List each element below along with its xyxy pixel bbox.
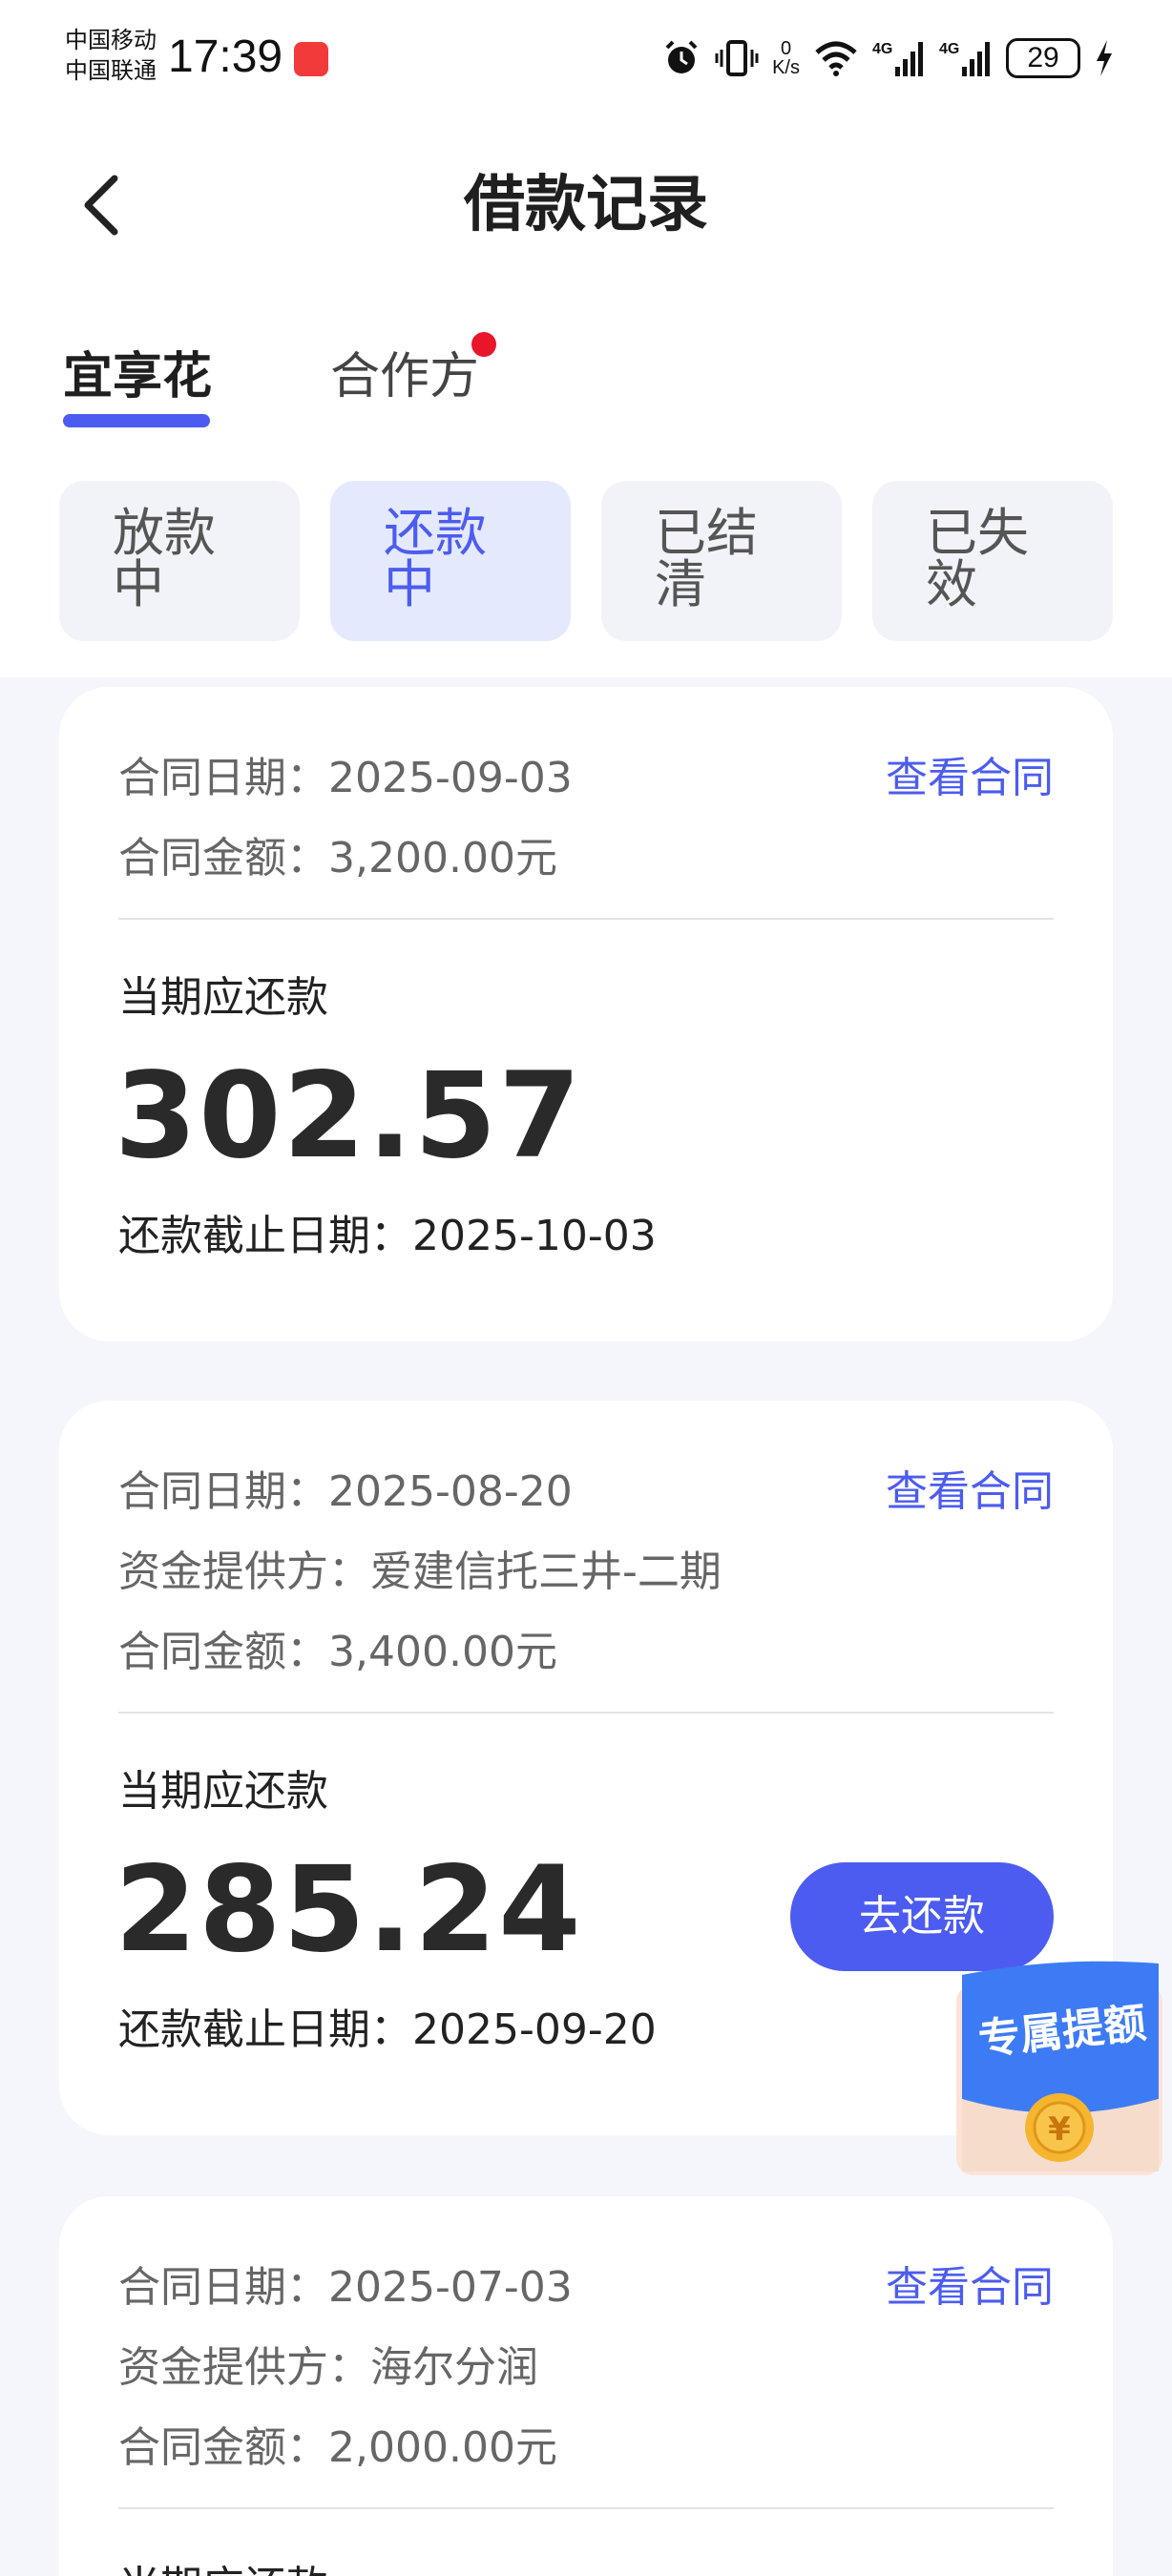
carrier-2: 中国联通 — [65, 57, 157, 84]
contract-amount-value: 2,000.00元 — [328, 2423, 557, 2472]
signal-4g-icon: 4G — [939, 41, 990, 76]
network-type-label: 4G — [872, 41, 892, 57]
funder-label: 资金提供方： — [118, 1548, 370, 1596]
funder-value: 爱建信托三井-二期 — [370, 1548, 722, 1596]
contract-date-label: 合同日期： — [118, 1467, 328, 1516]
contract-amount-value: 3,200.00元 — [328, 834, 557, 883]
battery-indicator: 29 — [1006, 38, 1080, 78]
notification-dot — [471, 332, 496, 357]
contract-amount-row: 合同金额：3,200.00元 — [118, 830, 557, 887]
current-due-label: 当期应还款 — [118, 1767, 328, 1816]
current-due-label: 当期应还款 — [118, 973, 328, 1022]
active-tab-indicator — [63, 414, 210, 427]
page-title: 借款记录 — [464, 170, 708, 240]
funder-value: 海尔分润 — [370, 2343, 538, 2392]
filter-chip-expired[interactable]: 已失 效 — [872, 481, 1113, 641]
contract-date-row: 合同日期：2025-08-20 — [118, 1464, 573, 1521]
network-type-label: 4G — [939, 41, 959, 57]
divider — [118, 918, 1054, 920]
exclusive-limit-promo[interactable]: ¥ 专属提额 — [954, 1956, 1164, 2177]
contract-amount-value: 3,400.00元 — [328, 1628, 557, 1676]
deadline-row: 还款截止日期：2025-10-03 — [118, 1208, 657, 1265]
clock: 17:39 — [168, 31, 283, 82]
deadline-label: 还款截止日期： — [118, 2005, 412, 2054]
contract-date-row: 合同日期：2025-09-03 — [118, 750, 573, 807]
filter-chip-repaying[interactable]: 还款 中 — [330, 481, 571, 641]
contract-date-value: 2025-08-20 — [328, 1467, 573, 1516]
funder-label: 资金提供方： — [118, 2343, 370, 2392]
svg-text:¥: ¥ — [1048, 2110, 1071, 2149]
divider — [118, 2507, 1054, 2509]
funder-row: 资金提供方：海尔分润 — [118, 2339, 538, 2397]
chip-label-line: 效 — [926, 554, 977, 614]
contract-date-value: 2025-07-03 — [328, 2263, 573, 2312]
chip-label-line: 已结 — [655, 503, 758, 563]
app-notification-icon — [294, 42, 328, 76]
contract-date-row: 合同日期：2025-07-03 — [118, 2259, 573, 2316]
current-due-amount: 302.57 — [115, 1048, 583, 1185]
funder-row: 资金提供方：爱建信托三井-二期 — [118, 1544, 722, 1601]
contract-date-label: 合同日期： — [118, 754, 328, 802]
contract-amount-row: 合同金额：3,400.00元 — [118, 1624, 557, 1681]
view-contract-link[interactable]: 查看合同 — [886, 750, 1054, 807]
status-bar: 中国移动 中国联通 17:39 0 K/s 4G 4G 29 — [0, 0, 1172, 114]
contract-amount-row: 合同金额：2,000.00元 — [118, 2420, 557, 2477]
deadline-value: 2025-10-03 — [412, 1212, 657, 1260]
chip-label-line: 中 — [384, 554, 435, 614]
contract-date-value: 2025-09-03 — [328, 754, 573, 802]
chip-label-line: 放款 — [113, 503, 216, 563]
carrier-info: 中国移动 中国联通 — [65, 25, 157, 86]
vibrate-icon — [715, 40, 759, 76]
current-due-amount: 285.24 — [115, 1841, 583, 1979]
signal-4g-icon: 4G — [872, 41, 923, 76]
loan-card: 合同日期：2025-07-03 查看合同 资金提供方：海尔分润 合同金额：2,0… — [59, 2196, 1113, 2576]
repay-button[interactable]: 去还款 — [790, 1862, 1054, 1971]
view-contract-link[interactable]: 查看合同 — [886, 2259, 1054, 2316]
chip-label-line: 清 — [655, 554, 706, 614]
view-contract-link[interactable]: 查看合同 — [886, 1464, 1054, 1521]
contract-date-label: 合同日期： — [118, 2263, 328, 2312]
current-due-label: 当期应还款 — [118, 2559, 328, 2576]
wifi-icon — [815, 41, 857, 76]
divider — [118, 1712, 1054, 1714]
net-speed-value: 0 — [780, 38, 792, 59]
contract-amount-label: 合同金额： — [118, 2423, 328, 2472]
charging-icon — [1097, 40, 1112, 76]
carrier-1: 中国移动 — [65, 27, 157, 53]
filter-chip-settled[interactable]: 已结 清 — [601, 481, 842, 641]
contract-amount-label: 合同金额： — [118, 1628, 328, 1676]
deadline-value: 2025-09-20 — [412, 2005, 657, 2054]
deadline-label: 还款截止日期： — [118, 1212, 412, 1260]
filter-chip-disbursing[interactable]: 放款 中 — [59, 481, 300, 641]
status-icons: 0 K/s 4G 4G 29 — [661, 34, 1115, 82]
chip-label-line: 中 — [113, 554, 164, 614]
chip-label-line: 还款 — [384, 503, 487, 563]
net-speed-unit: K/s — [772, 57, 800, 78]
tab-yixianghua[interactable]: 宜享花 — [63, 343, 212, 410]
chip-label-line: 已失 — [926, 503, 1029, 563]
header: 借款记录 宜享花 合作方 放款 中 还款 中 已结 清 已失 效 — [0, 114, 1172, 677]
deadline-row: 还款截止日期：2025-09-20 — [118, 2002, 657, 2059]
loan-card: 合同日期：2025-09-03 查看合同 合同金额：3,200.00元 当期应还… — [59, 687, 1113, 1341]
tab-partners[interactable]: 合作方 — [330, 343, 479, 410]
alarm-icon — [665, 40, 698, 73]
contract-amount-label: 合同金额： — [118, 834, 328, 883]
network-speed: 0 K/s — [772, 39, 800, 77]
